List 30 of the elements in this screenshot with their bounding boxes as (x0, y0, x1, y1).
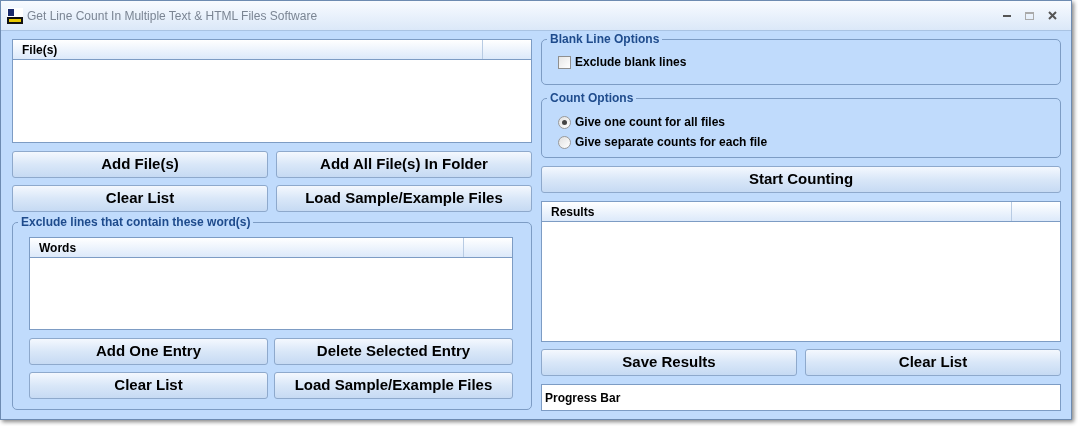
file-list[interactable]: File(s) (12, 39, 532, 143)
column-header[interactable]: Results (542, 202, 1012, 221)
results-list[interactable]: Results (541, 201, 1061, 342)
button[interactable]: Start Counting (541, 166, 1061, 193)
button[interactable]: Clear List (805, 349, 1061, 376)
button[interactable]: Add One Entry (29, 338, 268, 365)
button[interactable]: Load Sample/Example Files (274, 372, 513, 399)
radio-label: Give one count for all files (575, 114, 726, 131)
button[interactable]: Load Sample/Example Files (276, 185, 532, 212)
button[interactable]: Delete Selected Entry (274, 338, 513, 365)
app-icon (7, 7, 23, 24)
window-title: Get Line Count In Multiple Text & HTML Files Software (27, 7, 318, 25)
column-header[interactable]: Words (30, 238, 464, 257)
radio-label: Give separate counts for each file (575, 134, 768, 151)
close-icon[interactable] (1048, 11, 1057, 20)
button[interactable]: Save Results (541, 349, 797, 376)
checkbox[interactable] (558, 55, 571, 69)
radio-button[interactable] (558, 135, 571, 149)
button[interactable]: Add File(s) (12, 151, 268, 178)
button[interactable]: Clear List (12, 185, 268, 212)
radio-button[interactable] (558, 115, 571, 129)
column-header[interactable]: File(s) (13, 40, 483, 59)
checkbox-label: Exclude blank lines (575, 54, 687, 71)
button[interactable]: Clear List (29, 372, 268, 399)
button[interactable]: Add All File(s) In Folder (276, 151, 532, 178)
group-title: Count Options (547, 90, 637, 106)
minimize-icon[interactable] (1003, 14, 1011, 17)
word-list[interactable]: Words (29, 237, 513, 330)
group-title: Blank Line Options (547, 31, 663, 47)
group-title: Exclude lines that contain these word(s) (18, 214, 254, 230)
